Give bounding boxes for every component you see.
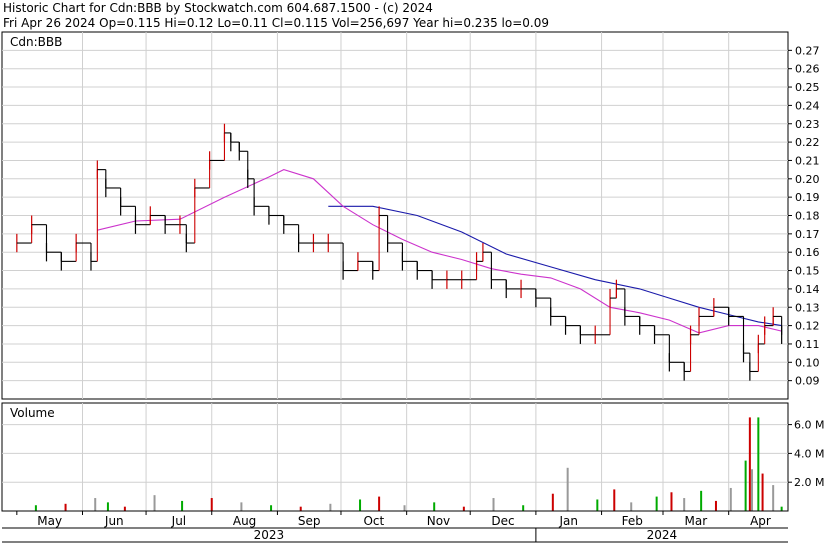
header-line-2: Fri Apr 26 2024 Op=0.115 Hi=0.12 Lo=0.11… xyxy=(3,16,549,30)
chart-background xyxy=(0,0,830,543)
volume-bar xyxy=(748,417,751,511)
volume-bar xyxy=(596,499,599,511)
volume-bar xyxy=(630,502,633,511)
volume-bar xyxy=(106,502,109,511)
month-label: May xyxy=(37,514,62,528)
volume-bar xyxy=(359,499,362,511)
volume-bar xyxy=(613,489,616,511)
price-tick-label: 0.19 xyxy=(795,191,820,204)
price-tick-label: 0.12 xyxy=(795,320,820,333)
volume-tick-label: 4.0 M xyxy=(794,447,824,460)
price-tick-label: 0.09 xyxy=(795,375,820,388)
price-tick-label: 0.27 xyxy=(795,44,820,57)
volume-bar xyxy=(744,460,747,511)
volume-bar xyxy=(433,502,436,511)
volume-bar xyxy=(34,505,37,511)
price-tick-label: 0.16 xyxy=(795,246,820,259)
price-tick-label: 0.10 xyxy=(795,356,820,369)
price-tick-label: 0.22 xyxy=(795,136,820,149)
price-tick-label: 0.15 xyxy=(795,265,820,278)
volume-bar xyxy=(761,473,764,511)
price-tick-label: 0.21 xyxy=(795,154,820,167)
volume-axis-ticks: 6.0 M 4.0 M 2.0 M xyxy=(788,419,824,489)
volume-bar xyxy=(153,495,156,511)
volume-bar xyxy=(181,500,184,511)
price-gridlines xyxy=(2,32,788,399)
volume-bar xyxy=(270,505,273,511)
volume-bar xyxy=(403,505,406,511)
price-panel: Cdn:BBB 0.27 0.26 0.25 0.24 0.23 0.22 0.21 0.20… xyxy=(1,31,820,400)
volume-bar xyxy=(329,503,332,511)
month-label: Aug xyxy=(233,514,256,528)
volume-bar xyxy=(378,496,381,511)
volume-bar xyxy=(551,493,554,511)
volume-bar xyxy=(772,485,775,511)
volume-panel-title: Volume xyxy=(10,406,55,420)
month-label: Oct xyxy=(363,514,384,528)
volume-tick-label: 2.0 M xyxy=(794,476,824,489)
volume-bar xyxy=(210,498,213,511)
volume-bar xyxy=(492,498,495,511)
volume-tick-label: 6.0 M xyxy=(794,419,824,432)
volume-bar xyxy=(700,490,703,511)
volume-bar xyxy=(780,506,783,511)
volume-bar xyxy=(750,469,753,511)
price-tick-label: 0.24 xyxy=(795,99,820,112)
volume-bar xyxy=(670,492,673,511)
volume-bar xyxy=(683,498,686,511)
price-tick-label: 0.14 xyxy=(795,283,820,296)
volume-bar xyxy=(240,502,243,511)
year-label: 2024 xyxy=(647,528,678,542)
header-line-1: Historic Chart for Cdn:BBB by Stockwatch… xyxy=(3,1,433,15)
price-tick-label: 0.13 xyxy=(795,301,820,314)
volume-bar xyxy=(299,506,302,511)
volume-bar xyxy=(757,417,760,511)
volume-bar xyxy=(729,487,732,511)
price-tick-label: 0.11 xyxy=(795,338,820,351)
price-tick-label: 0.25 xyxy=(795,81,820,94)
price-tick-label: 0.18 xyxy=(795,210,820,223)
month-label: Jul xyxy=(171,514,186,528)
price-tick-label: 0.20 xyxy=(795,173,820,186)
stock-chart: Historic Chart for Cdn:BBB by Stockwatch… xyxy=(0,0,830,543)
year-label: 2023 xyxy=(254,528,285,542)
volume-bar xyxy=(522,505,525,511)
volume-bar xyxy=(655,496,658,511)
price-tick-label: 0.26 xyxy=(795,63,820,76)
price-panel-title: Cdn:BBB xyxy=(10,35,62,49)
volume-bar xyxy=(462,506,465,511)
month-label: Apr xyxy=(750,514,771,528)
month-label: Mar xyxy=(685,514,708,528)
month-label: Jan xyxy=(558,514,578,528)
volume-bar xyxy=(64,503,67,511)
volume-bar xyxy=(123,506,126,511)
price-tick-label: 0.23 xyxy=(795,118,820,131)
volume-bar xyxy=(94,498,97,511)
month-label: Feb xyxy=(622,514,643,528)
volume-bar xyxy=(566,467,569,511)
month-label: Dec xyxy=(491,514,514,528)
month-label: Sep xyxy=(298,514,321,528)
month-label: Nov xyxy=(427,514,450,528)
price-tick-label: 0.17 xyxy=(795,228,820,241)
volume-bar xyxy=(714,500,717,511)
month-label: Jun xyxy=(104,514,124,528)
